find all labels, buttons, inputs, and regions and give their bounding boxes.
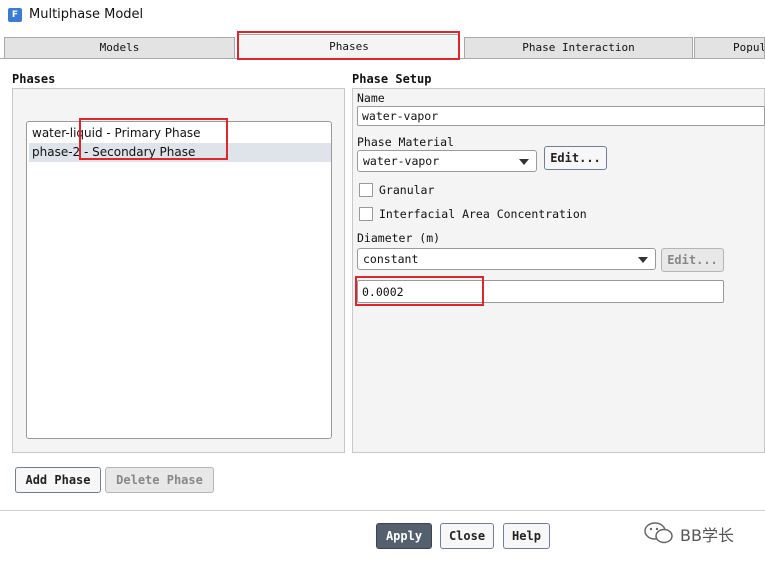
highlight-box-diameter <box>355 276 484 306</box>
watermark-text: BB学长 <box>680 526 734 545</box>
tab-label: Models <box>99 41 140 54</box>
help-button[interactable]: Help <box>503 523 550 549</box>
tab-phase-interaction[interactable]: Phase Interaction <box>464 37 693 58</box>
add-phase-button[interactable]: Add Phase <box>15 467 101 493</box>
close-button[interactable]: Close <box>440 523 494 549</box>
diameter-edit-button[interactable]: Edit... <box>661 248 724 272</box>
title-bar: F Multiphase Model <box>0 0 765 32</box>
chevron-down-icon <box>519 159 529 165</box>
tab-label: Popul <box>733 41 765 54</box>
tab-models[interactable]: Models <box>4 37 235 58</box>
highlight-box-phase-list <box>79 118 228 160</box>
iac-checkbox[interactable] <box>359 207 373 221</box>
chevron-down-icon <box>638 257 648 263</box>
footer-divider <box>0 510 765 511</box>
phases-group-label: Phases <box>12 72 56 86</box>
delete-phase-button[interactable]: Delete Phase <box>105 467 214 493</box>
phase-setup-label: Phase Setup <box>352 72 432 86</box>
material-edit-button[interactable]: Edit... <box>544 146 607 170</box>
diameter-method-value: constant <box>363 252 419 266</box>
highlight-box-tab <box>237 31 460 60</box>
granular-checkbox[interactable] <box>359 183 373 197</box>
tab-population-balance[interactable]: Popul <box>694 37 765 58</box>
name-field[interactable]: water-vapor <box>357 106 765 126</box>
phases-list[interactable]: water-liquid - Primary Phase phase-2 - S… <box>26 121 332 439</box>
phase-material-label: Phase Material <box>357 135 454 149</box>
name-label: Name <box>357 91 385 105</box>
iac-label: Interfacial Area Concentration <box>379 207 587 221</box>
window-title: Multiphase Model <box>29 7 144 22</box>
granular-label: Granular <box>379 183 435 197</box>
tab-label: Phase Interaction <box>522 41 635 54</box>
apply-button[interactable]: Apply <box>376 523 432 549</box>
diameter-method-dropdown[interactable]: constant <box>357 248 656 270</box>
diameter-label: Diameter (m) <box>357 231 441 245</box>
fluent-app-icon: F <box>8 8 22 22</box>
phase-material-dropdown[interactable]: water-vapor <box>357 150 537 172</box>
wechat-icon <box>643 520 675 546</box>
phase-material-value: water-vapor <box>363 154 440 168</box>
